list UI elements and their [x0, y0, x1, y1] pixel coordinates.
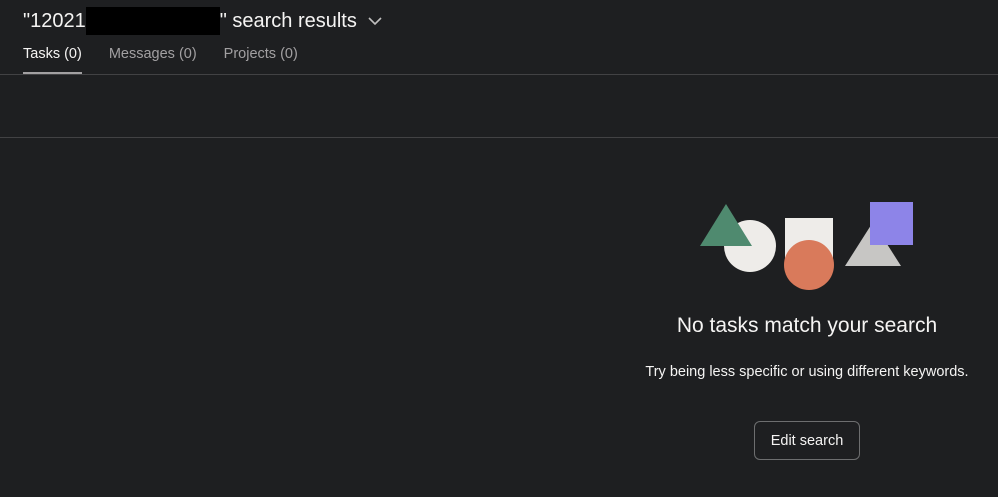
result-tabs: Tasks (0) Messages (0) Projects (0): [23, 44, 298, 74]
search-title-dropdown[interactable]: "12021 " search results: [23, 7, 383, 35]
search-title-suffix: " search results: [219, 10, 357, 32]
filter-bar: [0, 75, 998, 138]
empty-state-title: No tasks match your search: [676, 314, 938, 337]
redacted-query: [85, 7, 220, 35]
edit-search-button[interactable]: Edit search: [754, 421, 860, 460]
chevron-down-icon[interactable]: [367, 13, 383, 29]
search-header: "12021 " search results Tasks (0) Messag…: [0, 0, 998, 75]
empty-state-subtitle: Try being less specific or using differe…: [645, 364, 969, 380]
shapes-illustration-icon: [700, 202, 913, 290]
tab-tasks[interactable]: Tasks (0): [23, 44, 82, 74]
tab-projects[interactable]: Projects (0): [224, 44, 298, 74]
purple-square-shape: [870, 202, 913, 245]
search-title-prefix: "12021: [23, 10, 86, 32]
orange-circle-shape: [784, 240, 834, 290]
tab-messages[interactable]: Messages (0): [109, 44, 197, 74]
